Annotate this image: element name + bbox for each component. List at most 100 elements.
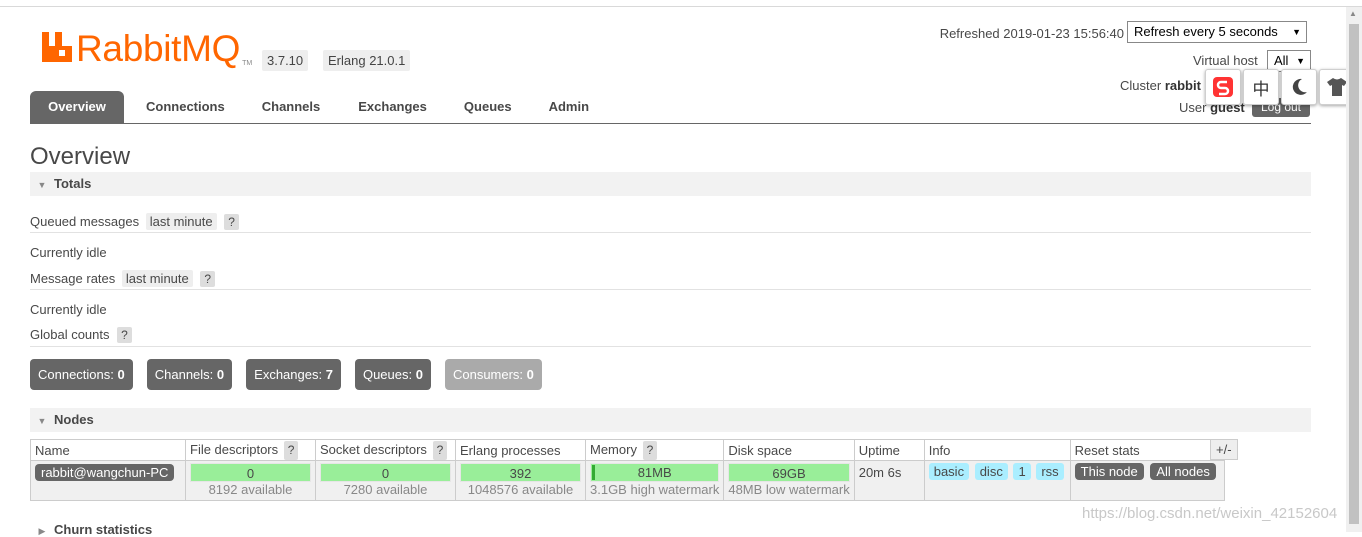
socket-descriptors-available: 7280 available (343, 482, 428, 497)
help-icon[interactable]: ? (432, 441, 448, 460)
exchanges-count[interactable]: Exchanges: 7 (246, 359, 341, 390)
disk-watermark: 48MB low watermark (728, 482, 850, 497)
global-counts-row: Global counts ? (30, 327, 132, 343)
user-label: User (1179, 100, 1207, 115)
moon-icon[interactable] (1281, 69, 1317, 105)
count-label: Channels: (154, 367, 214, 382)
memory-usage-mark (592, 465, 595, 480)
column-header-socket-descriptors: Socket descriptors ? (315, 439, 456, 461)
memory-bar: 81MB (590, 463, 720, 482)
message-rates-label: Message rates (30, 271, 116, 286)
tab-overview[interactable]: Overview (30, 91, 124, 123)
count-label: Connections: (38, 367, 114, 382)
reset-all-nodes-button[interactable]: All nodes (1150, 463, 1216, 480)
rabbitmq-version-badge: 3.7.10 (262, 50, 309, 71)
count-value: 7 (325, 367, 333, 382)
nodes-title: Nodes (54, 412, 94, 427)
global-counts-label: Global counts (30, 327, 110, 342)
message-rates-period[interactable]: last minute (121, 270, 193, 287)
queued-messages-period[interactable]: last minute (145, 213, 217, 230)
disk-space-bar: 69GB (728, 463, 850, 482)
watermark-text: https://blog.csdn.net/weixin_42152604 (1082, 505, 1338, 522)
sogou-s-icon[interactable] (1205, 69, 1241, 105)
rabbitmq-logo[interactable]: RabbitMQ TM (40, 30, 252, 70)
erlang-version-badge: Erlang 21.0.1 (323, 50, 411, 71)
nodes-section-header[interactable]: ▼ Nodes (30, 408, 1311, 432)
moon-svg (1292, 78, 1307, 95)
help-icon[interactable]: ? (642, 441, 658, 460)
count-label: Queues: (362, 367, 413, 382)
uptime-cell: 20m 6s (853, 460, 925, 501)
file-descriptors-available: 8192 available (208, 482, 293, 497)
column-header-disk-space: Disk space (723, 439, 855, 461)
socket-descriptors-bar: 0 (320, 463, 451, 482)
tab-connections[interactable]: Connections (146, 91, 225, 123)
virtual-host-value: All (1274, 53, 1289, 68)
collapse-triangle-icon: ▼ (37, 416, 47, 426)
chinese-input-icon[interactable]: 中 (1243, 69, 1279, 105)
tab-exchanges[interactable]: Exchanges (358, 91, 427, 123)
channels-count[interactable]: Channels: 0 (146, 359, 233, 390)
main-nav-tabs: Overview Connections Channels Exchanges … (30, 91, 589, 123)
scroll-up-arrow-icon[interactable]: ▲ (1349, 9, 1357, 18)
tab-admin[interactable]: Admin (549, 91, 589, 123)
info-badge-disc: disc (974, 463, 1008, 480)
memory-watermark: 3.1GB high watermark (590, 482, 720, 497)
logo-trademark: TM (242, 60, 253, 67)
node-name-link[interactable]: rabbit@wangchun-PC (35, 464, 175, 481)
queues-count[interactable]: Queues: 0 (354, 359, 431, 390)
tab-underline (30, 123, 1311, 124)
help-icon[interactable]: ? (200, 271, 216, 287)
column-header-memory: Memory ? (584, 439, 725, 461)
tab-channels[interactable]: Channels (262, 91, 321, 123)
erlang-processes-available: 1048576 available (467, 482, 574, 497)
chevron-down-icon: ▼ (1292, 27, 1301, 37)
sogou-s-svg (1213, 77, 1233, 97)
scrollbar-thumb[interactable] (1349, 24, 1359, 524)
global-counts: Connections: 0 Channels: 0 Exchanges: 7 … (30, 359, 542, 390)
toggle-columns-button[interactable]: +/- (1210, 439, 1238, 460)
column-header-label: Memory (590, 442, 637, 457)
info-badge-basic: basic (928, 463, 970, 480)
count-value: 0 (117, 367, 125, 382)
logo-text: RabbitMQ (76, 28, 241, 69)
message-rates-idle: Currently idle (30, 302, 107, 317)
chevron-down-icon: ▼ (1296, 56, 1305, 66)
column-header-name: Name (30, 439, 186, 461)
count-value: 0 (216, 367, 225, 382)
queued-messages-row: Queued messages last minute ? (30, 213, 239, 230)
socket-descriptors-cell: 0 7280 available (315, 460, 456, 501)
reset-this-node-button[interactable]: This node (1074, 463, 1144, 480)
totals-section-header[interactable]: ▼ Totals (30, 172, 1311, 196)
column-header-reset-stats: Reset stats (1069, 439, 1225, 461)
column-header-file-descriptors: File descriptors ? (185, 439, 316, 461)
table-row: rabbit@wangchun-PC 0 8192 available 0 72… (30, 460, 1225, 501)
column-header-label: Socket descriptors (320, 442, 427, 457)
erlang-processes-bar: 392 (460, 463, 581, 482)
info-badge-count: 1 (1013, 463, 1031, 480)
cluster-name: rabbit (1164, 78, 1201, 93)
count-label: Exchanges: (254, 367, 323, 382)
top-border (0, 6, 1362, 7)
churn-statistics-header[interactable]: ▶ Churn statistics (30, 522, 153, 537)
tab-queues[interactable]: Queues (464, 91, 512, 123)
memory-cell: 81MB 3.1GB high watermark (584, 460, 725, 501)
help-icon[interactable]: ? (224, 214, 239, 230)
file-descriptors-cell: 0 8192 available (185, 460, 316, 501)
connections-count[interactable]: Connections: 0 (30, 359, 133, 390)
count-value: 0 (526, 367, 534, 382)
refresh-interval-select[interactable]: Refresh every 5 seconds ▼ (1127, 21, 1307, 43)
tshirt-svg (1327, 78, 1347, 96)
memory-value: 81MB (637, 465, 672, 480)
virtual-host-label: Virtual host (1193, 53, 1258, 68)
consumers-count[interactable]: Consumers: 0 (444, 359, 542, 390)
reset-stats-cell: This node All nodes (1069, 460, 1225, 501)
collapse-triangle-icon: ▼ (37, 180, 47, 190)
disk-space-cell: 69GB 48MB low watermark (723, 460, 855, 501)
help-icon[interactable]: ? (283, 441, 299, 460)
browser-extension-toolbar: 中 (1205, 69, 1355, 105)
page-title: Overview (30, 143, 131, 170)
node-name-cell: rabbit@wangchun-PC (30, 460, 186, 501)
help-icon[interactable]: ? (117, 327, 132, 343)
column-header-erlang-processes: Erlang processes (455, 439, 586, 461)
